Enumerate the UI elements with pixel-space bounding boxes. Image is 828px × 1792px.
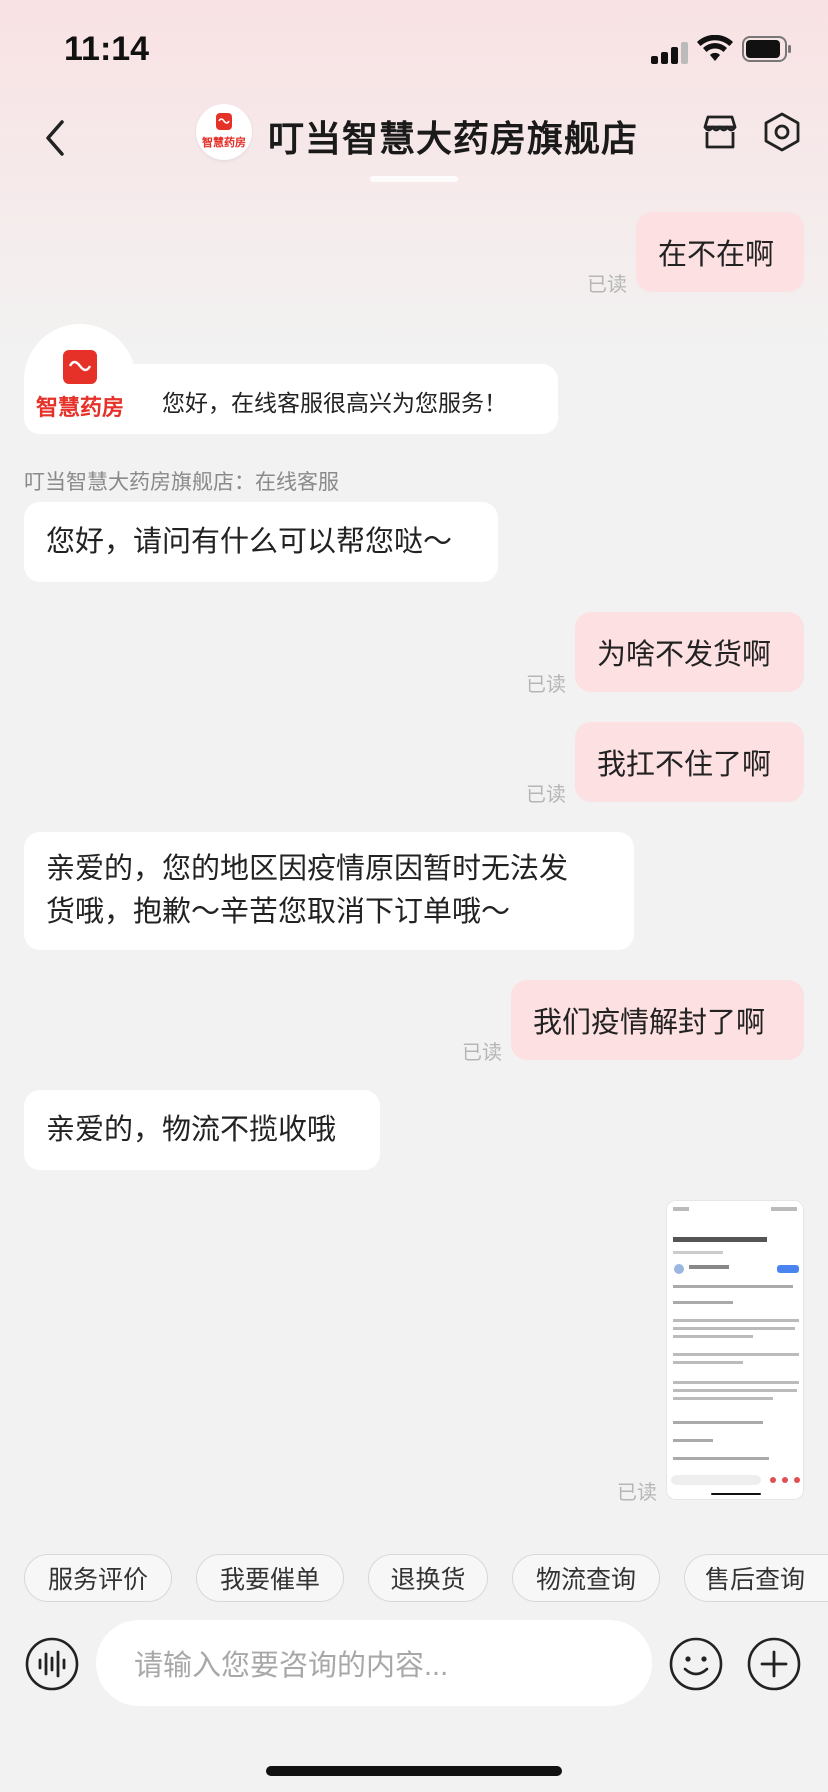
quick-reply-label: 退换货 <box>390 1566 466 1594</box>
read-receipt: 已读 <box>587 274 627 296</box>
message-text: 亲爱的，物流不揽收哦 <box>46 1113 337 1146</box>
quick-reply-label: 物流查询 <box>535 1566 636 1594</box>
plus-icon[interactable] <box>746 1636 802 1692</box>
outgoing-message[interactable]: 为啥不发货啊 <box>575 612 804 692</box>
header-handle <box>370 176 458 182</box>
quick-reply-label: 服务评价 <box>47 1566 148 1594</box>
image-message-thumbnail[interactable] <box>666 1200 804 1500</box>
message-text: 您好，请问有什么可以帮您哒～ <box>46 525 453 558</box>
shop-avatar-text: 智慧药房 <box>202 137 246 149</box>
input-placeholder: 请输入您要咨询的内容... <box>134 1650 449 1682</box>
outgoing-message[interactable]: 在不在啊 <box>636 212 804 292</box>
quick-reply-return-exchange[interactable]: 退换货 <box>368 1554 488 1602</box>
read-receipt: 已读 <box>462 1042 502 1064</box>
quick-reply-service-rating[interactable]: 服务评价 <box>24 1554 172 1602</box>
status-bar: 11:14 <box>0 0 828 96</box>
page-title: 叮当智慧大药房旗舰店 <box>268 118 639 159</box>
welcome-logo-text: 智慧药房 <box>35 395 124 420</box>
quick-reply-after-sales[interactable]: 售后查询 <box>684 1554 828 1602</box>
voice-icon[interactable] <box>24 1636 80 1692</box>
store-icon[interactable] <box>698 110 742 154</box>
message-text: 为啥不发货啊 <box>597 639 772 671</box>
message-text: 在不在啊 <box>658 239 775 271</box>
read-receipt: 已读 <box>526 784 566 806</box>
message-text: 我扛不住了啊 <box>597 749 772 781</box>
status-time: 11:14 <box>64 30 150 68</box>
wifi-icon <box>697 35 733 61</box>
read-receipt: 已读 <box>526 674 566 696</box>
shop-avatar[interactable]: 智慧药房 <box>196 104 252 160</box>
incoming-message[interactable]: 亲爱的，您的地区因疫情原因暂时无法发 货哦，抱歉～辛苦您取消下订单哦～ <box>24 832 634 950</box>
quick-reply-urge-order[interactable]: 我要催单 <box>196 1554 344 1602</box>
message-text: 我们疫情解封了啊 <box>533 1007 766 1039</box>
read-receipt: 已读 <box>617 1482 657 1504</box>
outgoing-message[interactable]: 我们疫情解封了啊 <box>511 980 804 1060</box>
emoji-icon[interactable] <box>668 1636 724 1692</box>
incoming-message[interactable]: 亲爱的，物流不揽收哦 <box>24 1090 380 1170</box>
quick-reply-label: 我要催单 <box>219 1566 320 1594</box>
welcome-logo: 智慧药房 <box>24 324 136 434</box>
chat-header: 智慧药房 叮当智慧大药房旗舰店 <box>0 96 828 184</box>
incoming-message[interactable]: 您好，请问有什么可以帮您哒～ <box>24 502 498 582</box>
battery-icon <box>742 36 791 62</box>
message-input[interactable]: 请输入您要咨询的内容... <box>96 1620 652 1706</box>
back-arrow-icon[interactable] <box>36 108 76 168</box>
message-text-line: 货哦，抱歉～辛苦您取消下订单哦～ <box>46 896 511 928</box>
agent-label: 叮当智慧大药房旗舰店：在线客服 <box>24 471 339 494</box>
outgoing-message[interactable]: 我扛不住了啊 <box>575 722 804 802</box>
quick-reply-label: 售后查询 <box>705 1566 806 1594</box>
message-text-line: 亲爱的，您的地区因疫情原因暂时无法发 <box>46 853 569 885</box>
cellular-signal-icon <box>651 40 691 64</box>
home-indicator[interactable] <box>266 1766 562 1776</box>
welcome-text: 您好，在线客服很高兴为您服务！ <box>162 390 507 416</box>
quick-reply-logistics[interactable]: 物流查询 <box>512 1554 660 1602</box>
settings-hexagon-icon[interactable] <box>760 110 804 154</box>
